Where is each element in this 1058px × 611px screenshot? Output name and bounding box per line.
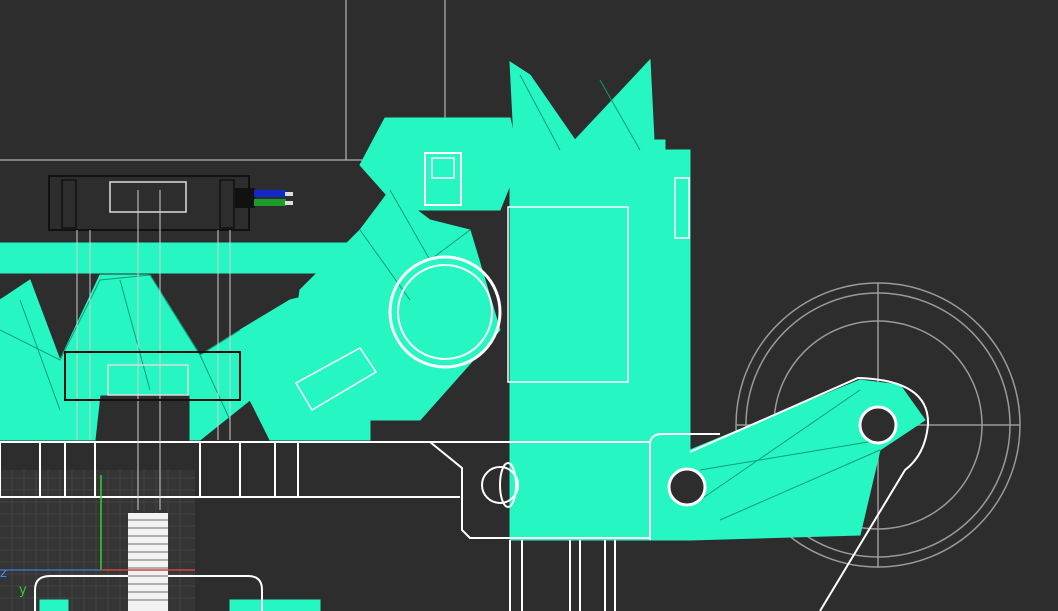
axis-label-z: z xyxy=(0,566,7,581)
axis-label-y: y xyxy=(19,583,27,598)
spring xyxy=(128,513,168,611)
3d-viewport[interactable]: z y xyxy=(0,0,1058,611)
model-canvas[interactable] xyxy=(0,0,1058,611)
wire-connector xyxy=(235,188,293,208)
